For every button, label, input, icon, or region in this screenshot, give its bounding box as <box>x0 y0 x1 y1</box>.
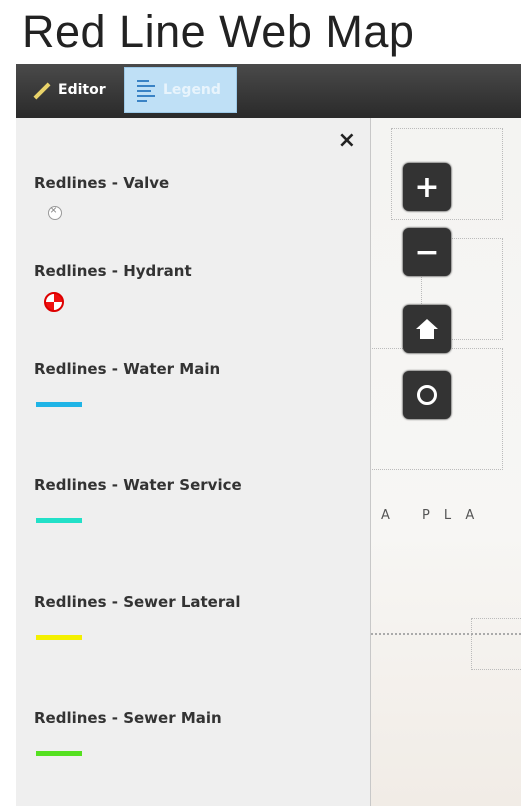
close-icon[interactable]: × <box>338 128 356 153</box>
zoom-in-button[interactable]: + <box>403 163 451 211</box>
legend-item-label: Redlines - Sewer Main <box>34 709 222 727</box>
legend-item-sewer-main: Redlines - Sewer Main <box>34 709 222 756</box>
water-main-line-swatch <box>36 402 82 407</box>
plus-icon: + <box>414 169 440 205</box>
map-canvas[interactable]: A PLA <box>371 118 521 806</box>
legend-item-water-main: Redlines - Water Main <box>34 360 220 407</box>
locate-icon <box>417 385 437 405</box>
valve-icon <box>48 203 62 220</box>
pencil-icon <box>30 79 52 101</box>
zoom-out-button[interactable]: − <box>403 228 451 276</box>
legend-item-label: Redlines - Water Main <box>34 360 221 378</box>
sewer-main-line-swatch <box>36 751 82 756</box>
home-button[interactable] <box>403 305 451 353</box>
legend-item-label: Redlines - Water Service <box>34 476 242 494</box>
map-parcel <box>471 618 521 670</box>
legend-panel: × Redlines - Valve Redlines - Hydrant Re… <box>16 118 371 806</box>
legend-label: Legend <box>163 82 221 98</box>
sewer-lateral-line-swatch <box>36 635 82 640</box>
legend-icon <box>137 78 157 102</box>
legend-button[interactable]: Legend <box>124 67 237 113</box>
editor-button[interactable]: Editor <box>30 67 106 113</box>
legend-item-label: Redlines - Sewer Lateral <box>34 593 241 611</box>
legend-item-water-service: Redlines - Water Service <box>34 476 242 523</box>
map-place-label: A PLA <box>381 508 489 523</box>
home-icon <box>416 319 438 339</box>
legend-item-label: Redlines - Hydrant <box>34 262 192 280</box>
app-title: Red Line Web Map <box>22 6 415 57</box>
hydrant-icon <box>44 292 64 312</box>
toolbar: Editor Legend <box>16 64 521 118</box>
map-road-line <box>371 633 521 635</box>
editor-label: Editor <box>58 82 106 98</box>
legend-item-hydrant: Redlines - Hydrant <box>34 262 192 312</box>
locate-button[interactable] <box>403 371 451 419</box>
legend-item-label: Redlines - Valve <box>34 174 170 192</box>
minus-icon: − <box>414 234 440 270</box>
legend-item-sewer-lateral: Redlines - Sewer Lateral <box>34 593 241 640</box>
water-service-line-swatch <box>36 518 82 523</box>
legend-item-valve: Redlines - Valve <box>34 174 169 220</box>
